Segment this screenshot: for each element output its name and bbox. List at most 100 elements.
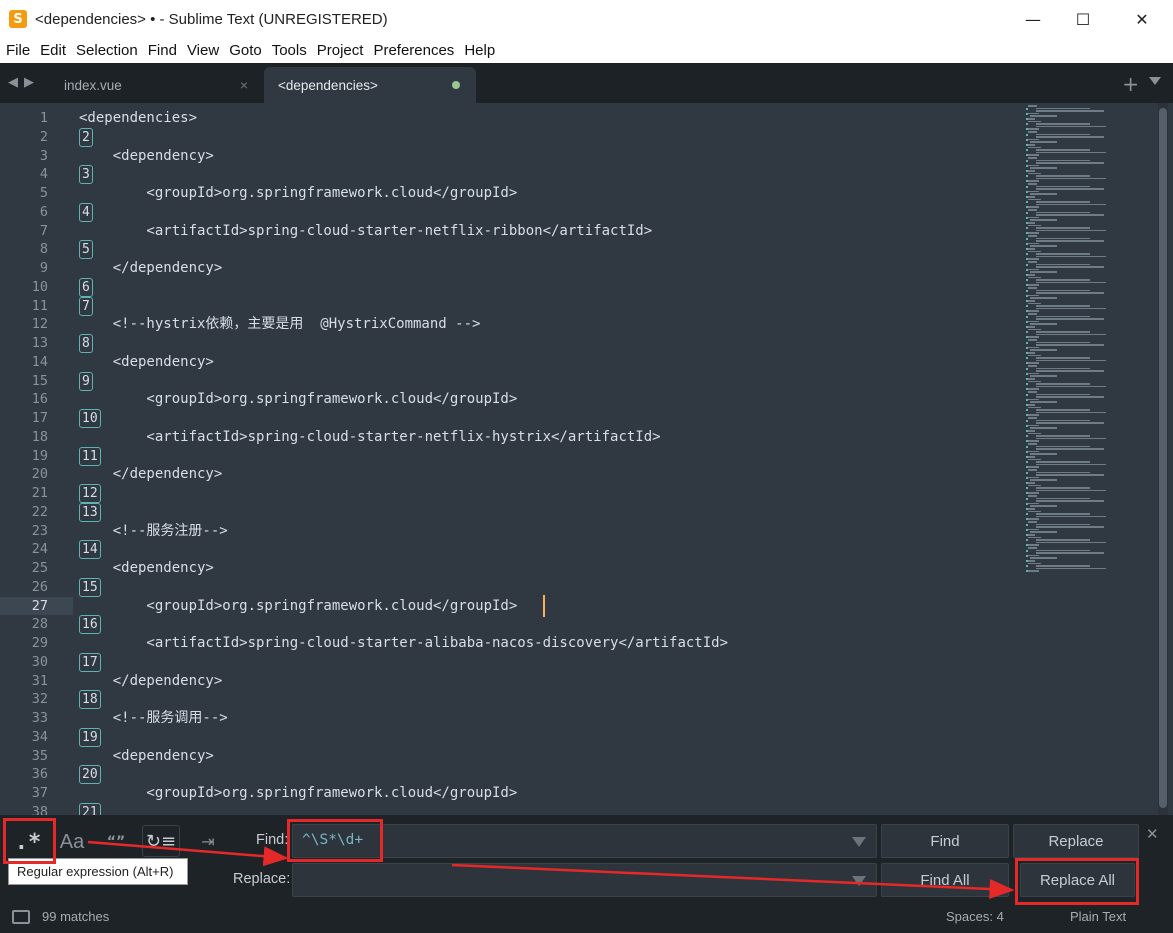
minimap-match-marker — [1026, 539, 1028, 542]
whole-word-toggle-button[interactable]: “” — [102, 828, 130, 856]
minimap-line — [1036, 411, 1107, 414]
minimap-line — [1028, 170, 1036, 172]
menu-help[interactable]: Help — [460, 38, 499, 63]
find-history-dropdown-icon[interactable] — [852, 837, 866, 847]
minimap-match-marker — [1026, 523, 1028, 526]
minimap-line — [1028, 469, 1037, 471]
minimap-match-marker — [1026, 227, 1028, 230]
tab-bar: ◀▶ index.vue × <dependencies> + — [0, 63, 1173, 103]
minimap-line — [1036, 409, 1090, 411]
vertical-scrollbar[interactable] — [1158, 103, 1168, 815]
minimap-line — [1036, 526, 1104, 528]
minimap-line — [1036, 500, 1104, 502]
replace-all-button[interactable]: Replace All — [1020, 863, 1135, 897]
menu-view[interactable]: View — [183, 38, 223, 63]
minimap-line — [1028, 232, 1039, 234]
menu-tools[interactable]: Tools — [268, 38, 311, 63]
minimap-line — [1028, 172, 1041, 175]
regex-match-highlight: 20 — [79, 765, 101, 785]
menu-preferences[interactable]: Preferences — [369, 38, 458, 63]
line-number: 3 — [39, 147, 48, 164]
minimap-match-marker — [1026, 372, 1028, 375]
menu-selection[interactable]: Selection — [72, 38, 142, 63]
tab-dependencies[interactable]: <dependencies> — [264, 67, 476, 103]
regex-toggle-button[interactable]: .* — [8, 824, 48, 860]
code-line: <groupId>org.springframework.cloud</grou… — [79, 185, 518, 201]
minimap-line — [1028, 378, 1036, 380]
minimap-line — [1030, 297, 1057, 299]
case-sensitive-toggle-button[interactable]: Aa — [58, 828, 86, 856]
code-editor[interactable]: 1 2 3 4 5 6 7 8 9 10 11 12 13 14 15 16 17 18 19 20 21 22 23 24 2… — [0, 103, 1173, 815]
minimap-match-marker — [1026, 565, 1028, 568]
regex-match-highlight: 16 — [79, 615, 101, 635]
maximize-button[interactable]: ☐ — [1060, 0, 1106, 38]
minimap-line — [1036, 237, 1090, 240]
replace-input[interactable] — [292, 863, 877, 897]
line-number: 21 — [31, 485, 48, 501]
unsaved-dot-icon[interactable] — [452, 81, 460, 89]
minimap-match-marker — [1026, 549, 1028, 552]
minimap-line — [1036, 263, 1090, 266]
minimap-line — [1036, 419, 1090, 422]
replace-label: Replace: — [233, 871, 291, 887]
minimap-line — [1028, 250, 1041, 253]
minimap-match-marker — [1026, 315, 1028, 318]
close-panel-icon[interactable]: ✕ — [1146, 825, 1159, 843]
menu-file[interactable]: File — [2, 38, 34, 63]
minimap-line — [1036, 541, 1107, 544]
line-number: 12 — [31, 316, 48, 333]
minimap-line — [1036, 383, 1090, 385]
tab-list-dropdown-icon[interactable] — [1149, 77, 1161, 85]
line-number: 1 — [39, 110, 48, 126]
status-indentation[interactable]: Spaces: 4 — [946, 909, 1004, 924]
status-syntax[interactable]: Plain Text — [1070, 909, 1126, 924]
line-number: 5 — [39, 185, 48, 201]
find-all-button[interactable]: Find All — [881, 863, 1009, 897]
minimap[interactable] — [1026, 105, 1156, 575]
minimap-match-marker — [1026, 331, 1028, 334]
minimap-line — [1028, 261, 1037, 263]
minimap-line — [1036, 211, 1090, 214]
minimap-match-marker — [1026, 570, 1028, 573]
tab-close-icon[interactable]: × — [240, 77, 248, 93]
tab-index-vue[interactable]: index.vue × — [50, 67, 262, 103]
minimap-line — [1030, 167, 1057, 169]
code-line: <groupId>org.springframework.cloud</grou… — [79, 391, 518, 408]
minimap-line — [1036, 307, 1107, 310]
menu-goto[interactable]: Goto — [225, 38, 266, 63]
menu-edit[interactable]: Edit — [36, 38, 70, 63]
minimap-line — [1028, 544, 1039, 546]
status-matches: 99 matches — [42, 909, 110, 924]
new-tab-plus-icon[interactable]: + — [1122, 72, 1139, 96]
scrollbar-thumb[interactable] — [1159, 108, 1167, 808]
in-selection-toggle-button[interactable]: ⇥ — [194, 828, 222, 854]
replace-button[interactable]: Replace — [1013, 824, 1139, 858]
regex-match-highlight: 11 — [79, 446, 101, 466]
minimap-match-marker — [1026, 159, 1028, 162]
replace-history-dropdown-icon[interactable] — [852, 876, 866, 886]
minimap-line — [1028, 105, 1037, 107]
minimap-match-marker — [1026, 367, 1028, 370]
minimap-line — [1030, 401, 1057, 403]
panel-toggle-icon[interactable] — [12, 910, 30, 924]
minimap-line — [1036, 422, 1104, 424]
menu-find[interactable]: Find — [144, 38, 181, 63]
minimize-button[interactable]: — — [1010, 0, 1056, 38]
minimap-line — [1028, 534, 1036, 536]
wrap-toggle-button[interactable]: ↻≡ — [142, 825, 180, 857]
minimap-line — [1028, 456, 1036, 458]
minimap-line — [1028, 248, 1036, 250]
tab-nav-arrows-icon[interactable]: ◀▶ — [8, 75, 40, 90]
find-input[interactable]: ^\S*\d+ — [292, 824, 877, 858]
find-button[interactable]: Find — [881, 824, 1009, 858]
line-number: 22 — [31, 503, 48, 520]
code-text-area[interactable]: <dependencies> 2 <dependency> 3 <groupId>o… — [79, 103, 1019, 815]
minimap-line — [1028, 118, 1036, 120]
minimap-match-marker — [1026, 320, 1028, 323]
minimap-line — [1036, 289, 1090, 292]
close-window-button[interactable]: ✕ — [1119, 0, 1165, 38]
minimap-match-marker — [1026, 138, 1028, 141]
minimap-line — [1030, 193, 1057, 195]
menu-project[interactable]: Project — [313, 38, 368, 63]
code-line: <dependency> — [79, 747, 214, 764]
